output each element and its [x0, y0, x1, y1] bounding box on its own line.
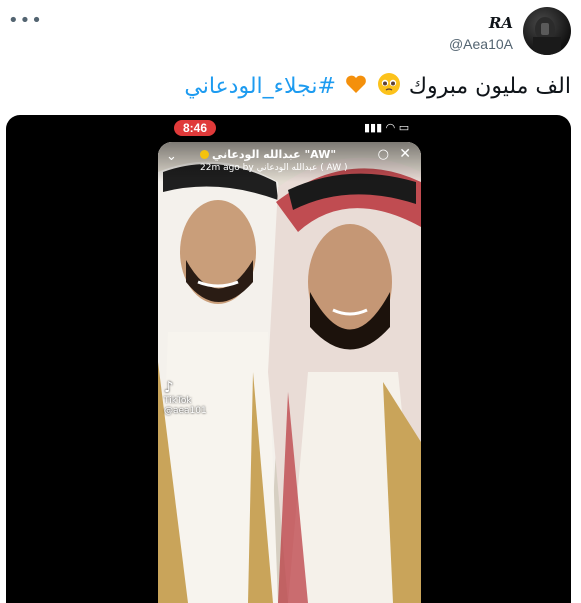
- tiktok-logo-icon: ♪: [164, 378, 174, 396]
- hashtag-link[interactable]: #نجلاء_الودعاني: [184, 74, 336, 99]
- avatar[interactable]: [523, 7, 571, 55]
- tweet-media[interactable]: 8:46 ▮▮▮ ◠ ▭ ⌄ عبدالله الودعاني "AW" 22m…: [6, 115, 571, 603]
- tiktok-watermark: ♪ TikTok @aea101: [164, 378, 207, 416]
- user-info[interactable]: RA @Aea10A: [449, 14, 513, 52]
- phone-status-bar: 8:46 ▮▮▮ ◠ ▭: [6, 115, 571, 139]
- story-header: ⌄ عبدالله الودعاني "AW" 22m ago by عبدال…: [158, 142, 421, 182]
- status-time: 8:46: [174, 120, 217, 136]
- tweet-body: الف مليون مبروك: [408, 74, 571, 99]
- display-name[interactable]: RA: [449, 14, 513, 32]
- close-icon[interactable]: ✕: [399, 146, 411, 162]
- pleading-face-icon: [377, 72, 401, 102]
- search-icon[interactable]: ○: [378, 147, 389, 162]
- story-photo: [158, 142, 421, 603]
- story-badge-icon: [200, 150, 209, 159]
- story-subtitle: 22m ago by عبدالله الودعاني ( AW ): [200, 163, 348, 173]
- story-title: عبدالله الودعاني "AW": [200, 148, 336, 161]
- story-title-text: عبدالله الودعاني "AW": [212, 148, 337, 161]
- tiktok-user: @aea101: [164, 406, 207, 416]
- orange-heart-icon: [344, 72, 368, 102]
- story-screenshot: ⌄ عبدالله الودعاني "AW" 22m ago by عبدال…: [158, 142, 421, 603]
- chevron-down-icon[interactable]: ⌄: [166, 149, 177, 164]
- user-handle[interactable]: @Aea10A: [449, 36, 513, 52]
- signal-battery-icon: ▮▮▮ ◠ ▭: [364, 121, 410, 134]
- more-options-icon[interactable]: •••: [8, 10, 43, 31]
- tweet-text: الف مليون مبروك #نجلاء_الودعاني: [184, 72, 571, 102]
- tiktok-brand: TikTok: [164, 396, 192, 406]
